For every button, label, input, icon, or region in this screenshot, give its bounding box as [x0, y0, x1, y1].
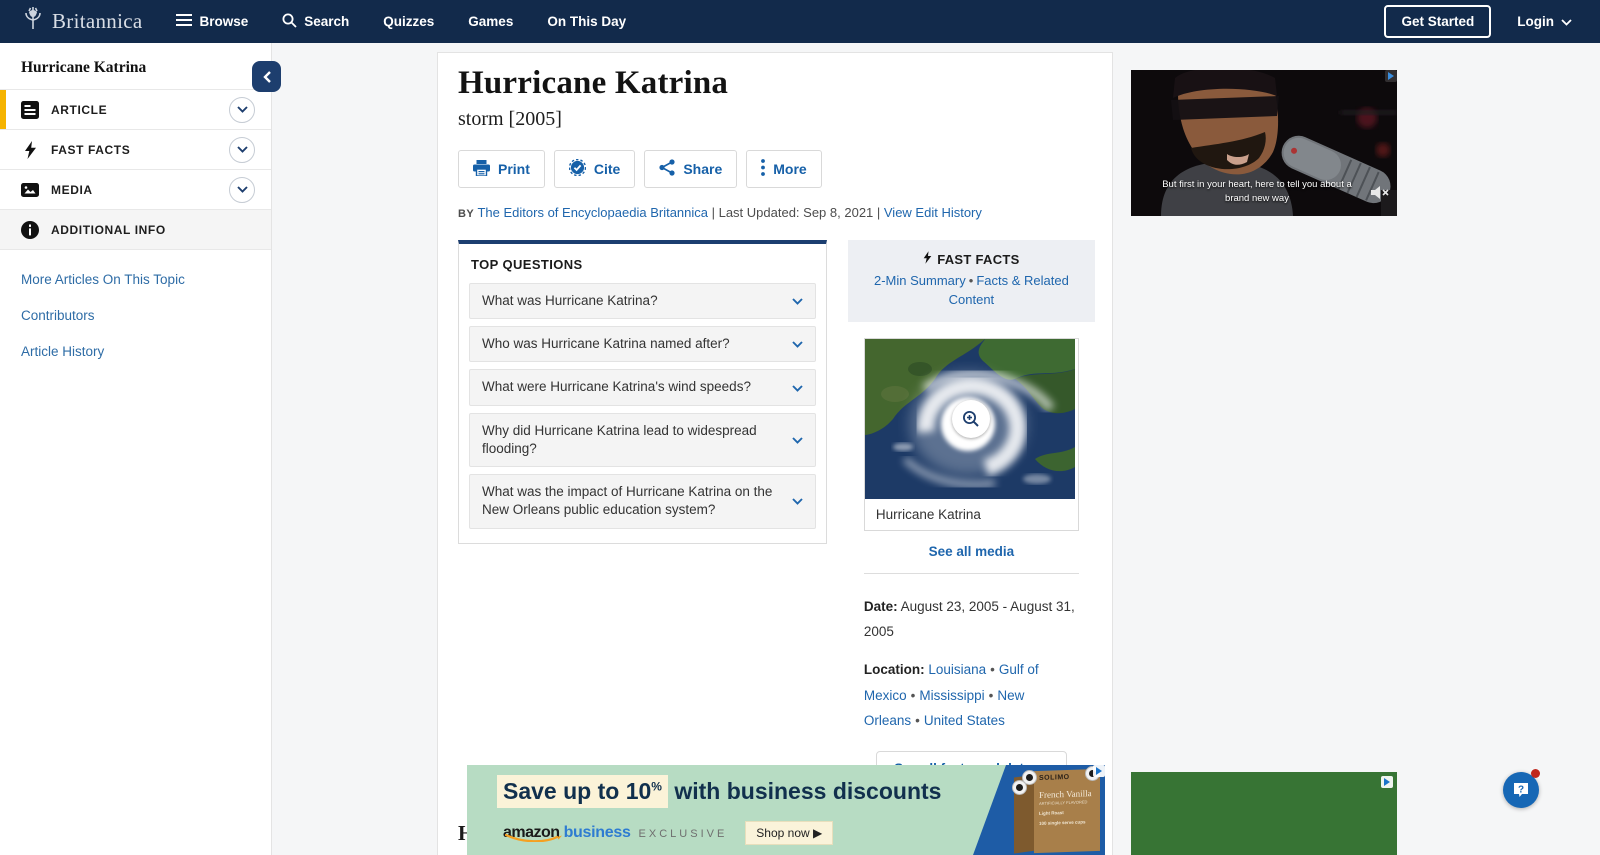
byline: BY The Editors of Encyclopaedia Britanni…: [458, 205, 1095, 220]
coffee-product-image: SOLIMO French Vanilla ARTIFICIALLY FLAVO…: [1014, 768, 1102, 852]
thistle-icon: [22, 6, 44, 37]
sidebar-topic-title: Hurricane Katrina: [0, 43, 271, 89]
amazon-business-banner-ad[interactable]: Save up to 10% with business discounts a…: [467, 765, 1105, 855]
chevron-down-icon: [792, 492, 803, 510]
chevron-down-icon: [1561, 14, 1572, 29]
video-caption-line2: brand new way: [1131, 193, 1383, 204]
share-button[interactable]: Share: [644, 150, 737, 188]
adchoices-icon[interactable]: [1385, 70, 1397, 82]
sidebar-item-fast-facts[interactable]: FAST FACTS: [0, 130, 271, 170]
amazon-smile-icon: [505, 829, 563, 847]
sidebar-nav: ARTICLE FAST FACTS MEDIA: [0, 89, 271, 250]
media-expand-chevron[interactable]: [229, 177, 255, 203]
sidebar-item-article[interactable]: ARTICLE: [0, 90, 271, 130]
fact-location: Location: Louisiana•Gulf of Mexico•Missi…: [864, 657, 1079, 734]
cite-badge-icon: [569, 159, 586, 179]
svg-text:?: ?: [1518, 785, 1524, 796]
nav-search[interactable]: Search: [282, 13, 349, 31]
mute-icon[interactable]: [1371, 186, 1389, 204]
coffee-pod-icon: [1012, 780, 1027, 795]
question-accordion[interactable]: Who was Hurricane Katrina named after?: [469, 326, 816, 362]
fact-date: Date: August 23, 2005 - August 31, 2005: [864, 594, 1079, 645]
britannica-logo[interactable]: Britannica: [22, 6, 142, 37]
adchoices-icon[interactable]: [1093, 765, 1105, 777]
amazon-business-logo: amazon business EXCLUSIVE: [503, 824, 727, 842]
hurricane-satellite-image[interactable]: [865, 339, 1078, 499]
question-accordion[interactable]: What was Hurricane Katrina?: [469, 283, 816, 319]
two-min-summary-link[interactable]: 2-Min Summary: [874, 273, 966, 288]
print-button[interactable]: Print: [458, 150, 545, 188]
video-ad[interactable]: But first in your heart, here to tell yo…: [1131, 70, 1397, 216]
page-title: Hurricane Katrina: [458, 65, 1095, 102]
search-icon: [282, 13, 297, 31]
nav-on-this-day[interactable]: On This Day: [547, 14, 626, 29]
location-link[interactable]: Mississippi: [919, 688, 984, 703]
page-subtitle: storm [2005]: [458, 108, 1095, 131]
shop-now-button[interactable]: Shop now ▶: [745, 821, 833, 845]
sidebar-item-additional-info[interactable]: ADDITIONAL INFO: [0, 210, 271, 250]
lightning-icon: [21, 141, 39, 159]
login-button[interactable]: Login: [1517, 14, 1572, 29]
question-accordion[interactable]: Why did Hurricane Katrina lead to widesp…: [469, 413, 816, 467]
nav-search-label: Search: [304, 14, 349, 29]
link-contributors[interactable]: Contributors: [21, 308, 250, 323]
lightning-icon: [923, 251, 932, 267]
sidebar-collapse-button[interactable]: [252, 61, 281, 92]
author-link[interactable]: The Editors of Encyclopaedia Britannica: [477, 205, 708, 220]
info-icon: [21, 221, 39, 239]
menu-icon: [176, 14, 192, 29]
chevron-down-icon: [792, 379, 803, 397]
sidebar-item-media[interactable]: MEDIA: [0, 170, 271, 210]
left-sidebar: Hurricane Katrina ARTICLE FAST FACTS: [0, 43, 272, 855]
chevron-down-icon: [792, 431, 803, 449]
banner-headline: Save up to 10% with business discounts: [497, 778, 941, 805]
question-accordion[interactable]: What were Hurricane Katrina's wind speed…: [469, 369, 816, 405]
facts-list: Date: August 23, 2005 - August 31, 2005 …: [848, 574, 1095, 734]
more-button[interactable]: More: [746, 150, 821, 188]
top-questions-box: TOP QUESTIONS What was Hurricane Katrina…: [458, 240, 827, 544]
top-questions-heading: TOP QUESTIONS: [469, 257, 816, 272]
link-article-history[interactable]: Article History: [21, 344, 250, 359]
cite-button[interactable]: Cite: [554, 150, 635, 188]
fast-facts-header: FAST FACTS 2-Min Summary•Facts & Related…: [848, 240, 1095, 322]
article-icon: [21, 101, 39, 119]
nav-games[interactable]: Games: [468, 14, 513, 29]
zoom-in-icon[interactable]: [952, 400, 990, 438]
print-icon: [473, 160, 490, 179]
ellipsis-vertical-icon: [761, 159, 765, 179]
fast-facts-expand-chevron[interactable]: [229, 137, 255, 163]
article-card: Hurricane Katrina storm [2005] Print Cit…: [437, 52, 1113, 855]
notification-dot: [1531, 769, 1540, 778]
location-link[interactable]: United States: [924, 713, 1005, 728]
chevron-left-icon: [263, 71, 271, 83]
nav-browse[interactable]: Browse: [176, 14, 248, 29]
nav-quizzes[interactable]: Quizzes: [383, 14, 434, 29]
green-display-ad[interactable]: [1131, 772, 1397, 855]
nav-browse-label: Browse: [199, 14, 248, 29]
see-all-media-link[interactable]: See all media: [848, 544, 1095, 559]
view-edit-history-link[interactable]: View Edit History: [884, 205, 982, 220]
chevron-down-icon: [792, 292, 803, 310]
chevron-down-icon: [792, 335, 803, 353]
get-started-button[interactable]: Get Started: [1384, 5, 1491, 38]
media-caption: Hurricane Katrina: [865, 499, 1078, 530]
question-accordion[interactable]: What was the impact of Hurricane Katrina…: [469, 474, 816, 528]
action-toolbar: Print Cite Share More: [458, 150, 1095, 188]
video-caption-line1: But first in your heart, here to tell yo…: [1131, 179, 1383, 190]
link-more-articles[interactable]: More Articles On This Topic: [21, 272, 250, 287]
article-expand-chevron[interactable]: [229, 97, 255, 123]
media-card: Hurricane Katrina: [864, 338, 1079, 531]
share-icon: [659, 159, 675, 179]
media-icon: [21, 181, 39, 199]
logo-wordmark: Britannica: [52, 9, 142, 34]
question-bubble-icon: ?: [1512, 781, 1530, 799]
adchoices-icon[interactable]: [1381, 776, 1393, 788]
top-navbar: Britannica Browse Search Quizzes Games O…: [0, 0, 1600, 43]
fast-facts-panel: FAST FACTS 2-Min Summary•Facts & Related…: [848, 240, 1095, 786]
sidebar-links: More Articles On This Topic Contributors…: [0, 250, 271, 381]
location-link[interactable]: Louisiana: [928, 662, 986, 677]
